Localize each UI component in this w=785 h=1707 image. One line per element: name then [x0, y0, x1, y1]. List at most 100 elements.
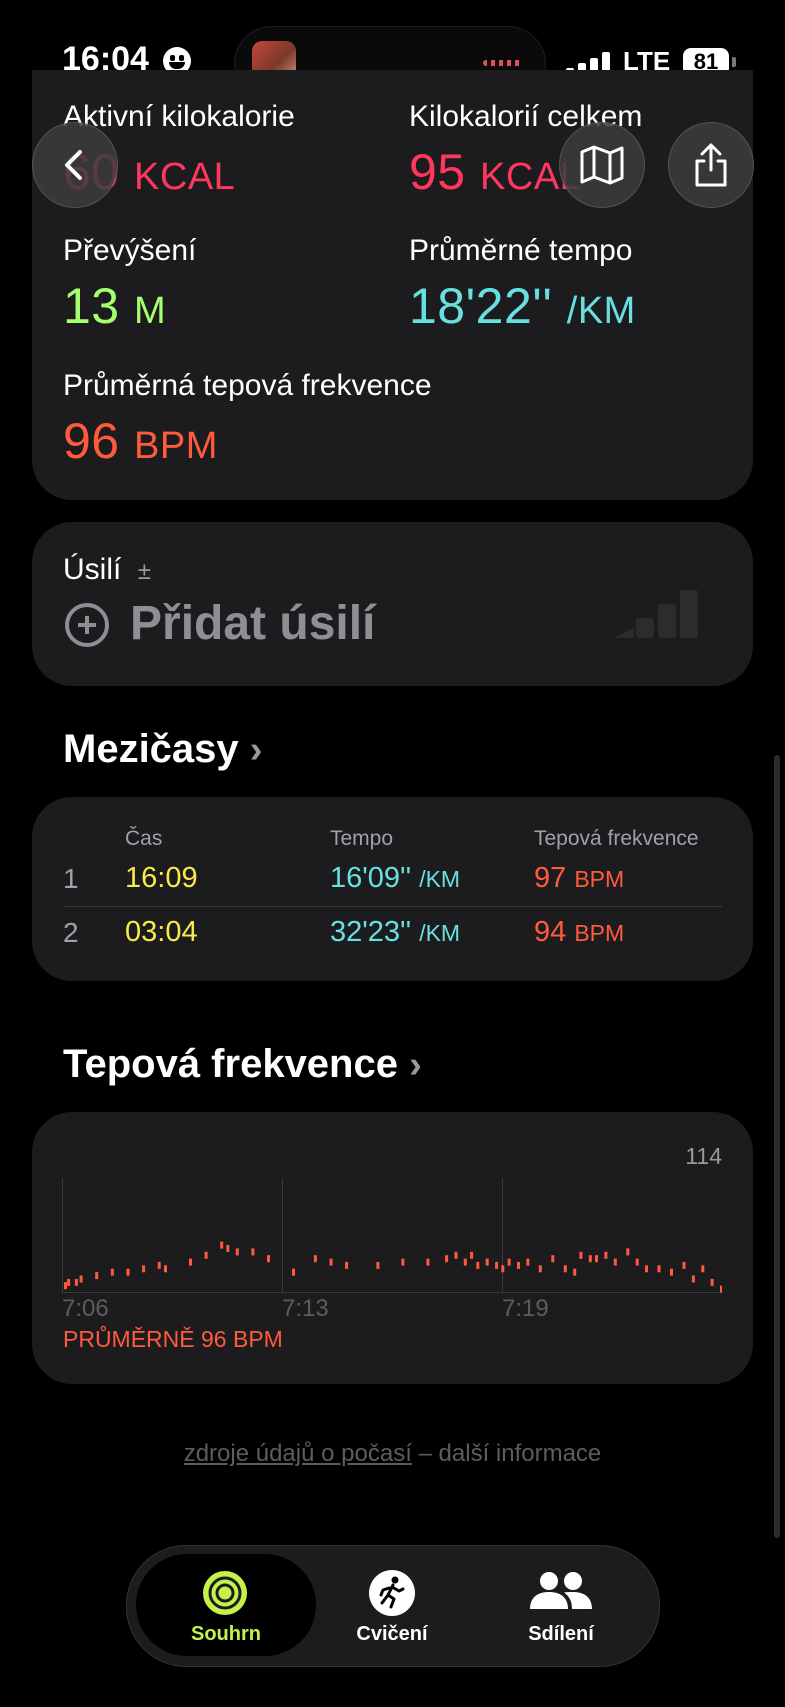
hr-data-point [701, 1265, 705, 1273]
split-hr: 97 BPM [534, 862, 625, 894]
share-button[interactable] [668, 122, 754, 208]
chevron-right-icon: › [409, 1044, 422, 1086]
hr-data-point [126, 1268, 130, 1276]
hr-data-point [635, 1258, 639, 1266]
chevron-right-icon: › [249, 729, 263, 771]
battery-tip [732, 57, 736, 67]
hr-data-point [226, 1245, 230, 1252]
map-button[interactable] [559, 122, 645, 208]
sharing-icon[interactable] [528, 1569, 594, 1617]
hr-data-point [235, 1248, 239, 1256]
hr-data-point [79, 1275, 83, 1283]
hr-data-point [501, 1265, 505, 1273]
splits-header-pace: Tempo [330, 827, 394, 850]
hr-data-point [329, 1258, 333, 1266]
hr-data-point [657, 1265, 661, 1273]
splits-title[interactable]: Mezičasy › [63, 727, 262, 772]
split-time: 16:09 [125, 862, 198, 894]
hr-data-point [579, 1251, 583, 1259]
audio-waveform-icon [483, 60, 523, 66]
hr-data-point [189, 1258, 192, 1266]
hr-data-point [588, 1255, 592, 1263]
chevron-left-icon [65, 150, 82, 180]
hr-data-point [95, 1272, 99, 1280]
hr-data-point [495, 1261, 499, 1269]
effort-scale-icon [614, 590, 698, 638]
hr-data-point [204, 1251, 208, 1259]
hr-data-point [691, 1275, 695, 1283]
chart-max-label: 114 [685, 1143, 722, 1169]
heart-rate-chart [62, 1178, 722, 1293]
chart-x-tick: 7:13 [282, 1295, 329, 1322]
total-kcal-value: 95 KCAL [409, 144, 582, 200]
weather-sources-text: zdroje údajů o počasí – další informace [183, 1440, 602, 1467]
hr-data-point [110, 1268, 114, 1276]
hr-data-point [526, 1258, 530, 1266]
hr-data-point [376, 1261, 380, 1269]
back-button[interactable] [32, 122, 118, 208]
split-row-number: 1 [63, 863, 79, 894]
activity-rings-icon [203, 1571, 247, 1615]
elevation-value: 13 M [63, 278, 167, 334]
scrollbar[interactable] [774, 755, 780, 1538]
hr-data-point [164, 1265, 167, 1273]
running-icon[interactable] [368, 1569, 416, 1617]
hr-data-point [345, 1261, 349, 1269]
tab-summary-label[interactable]: Souhrn [156, 1623, 296, 1646]
hr-data-point [613, 1258, 617, 1266]
split-pace: 32'23'' /KM [330, 916, 461, 948]
hr-data-point [626, 1248, 630, 1256]
split-time: 03:04 [125, 916, 198, 948]
hr-data-point [595, 1255, 598, 1263]
share-icon [695, 143, 727, 187]
effort-label: Úsilí ± [63, 553, 151, 586]
hr-data-point [74, 1278, 78, 1286]
split-divider [63, 906, 722, 907]
hr-data-point [551, 1255, 555, 1263]
hr-data-point [507, 1258, 511, 1266]
hr-data-point [463, 1258, 467, 1266]
avg-hr-value: 96 BPM [63, 413, 218, 469]
hr-data-point [670, 1268, 673, 1276]
weather-sources-link[interactable]: zdroje údajů o počasí [184, 1440, 412, 1467]
hr-data-point [157, 1261, 161, 1269]
hr-data-point [267, 1255, 270, 1263]
avg-pace-label: Průměrné tempo [409, 234, 633, 267]
avg-pace-value: 18'22'' /KM [409, 278, 636, 334]
chart-average-label: PRŮMĚRNĚ 96 BPM [63, 1326, 283, 1352]
hr-data-point [720, 1285, 722, 1293]
heart-rate-title[interactable]: Tepová frekvence › [63, 1042, 422, 1087]
hr-data-point [142, 1265, 146, 1273]
hr-data-point [710, 1278, 714, 1286]
hr-data-point [64, 1282, 67, 1290]
tab-sharing-label[interactable]: Sdílení [491, 1623, 631, 1646]
elevation-label: Převýšení [63, 234, 197, 267]
map-icon [580, 145, 624, 185]
split-hr: 94 BPM [534, 916, 625, 948]
hr-data-point [645, 1265, 648, 1273]
chart-x-tick: 7:19 [502, 1295, 549, 1322]
hr-data-point [563, 1265, 567, 1273]
hr-data-point [517, 1261, 520, 1269]
hr-data-point [573, 1268, 577, 1276]
hr-data-point [401, 1258, 405, 1266]
tab-workouts-label[interactable]: Cvičení [322, 1623, 462, 1646]
add-circle-icon[interactable] [65, 603, 109, 647]
hr-data-point [313, 1255, 317, 1263]
hr-data-point [682, 1261, 686, 1269]
add-effort-button[interactable]: Přidat úsilí [130, 596, 375, 651]
hr-data-point [426, 1258, 430, 1266]
splits-header-time: Čas [125, 827, 163, 850]
hr-data-point [445, 1255, 449, 1263]
hr-data-point [604, 1251, 608, 1259]
split-pace: 16'09'' /KM [330, 862, 461, 894]
chart-x-tick: 7:06 [62, 1295, 109, 1322]
avg-hr-label: Průměrná tepová frekvence [63, 369, 432, 402]
hr-data-point [292, 1268, 295, 1276]
split-row-number: 2 [63, 917, 79, 948]
hr-data-point [454, 1251, 458, 1259]
hr-data-point [476, 1261, 480, 1269]
hr-data-point [67, 1278, 71, 1286]
hr-data-point [538, 1265, 542, 1273]
splits-header-hr: Tepová frekvence [534, 827, 699, 850]
